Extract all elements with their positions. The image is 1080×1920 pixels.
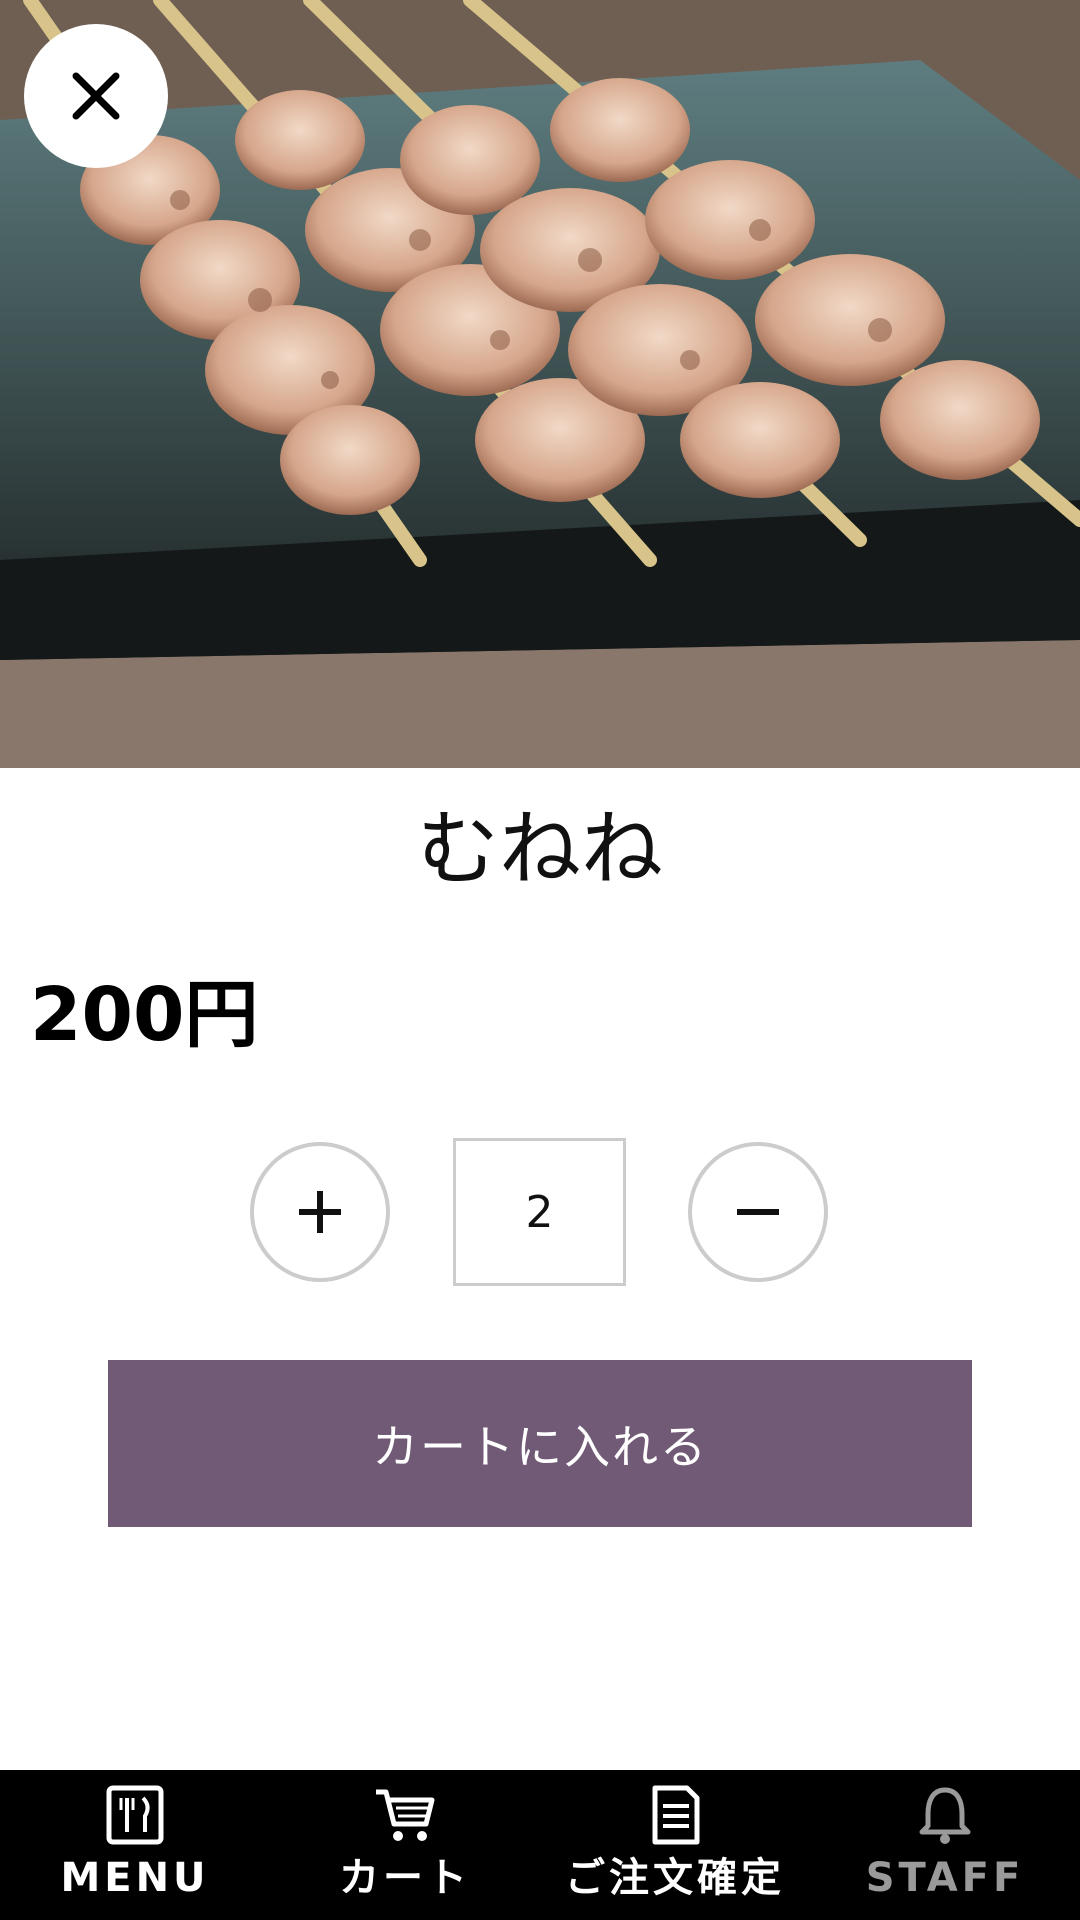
cart-icon (376, 1789, 435, 1841)
quantity-field[interactable]: 2 (453, 1138, 626, 1286)
close-button[interactable] (24, 24, 168, 168)
nav-item-cart[interactable]: カート (270, 1770, 540, 1920)
order-confirm-icon (652, 1785, 700, 1845)
item-photo (0, 0, 1080, 768)
plus-icon (299, 1191, 341, 1233)
decrease-quantity-button[interactable] (688, 1142, 828, 1282)
nav-label-order-confirm: ご注文確定 (565, 1855, 785, 1901)
nav-label-cart: カート (339, 1855, 471, 1901)
add-to-cart-button[interactable]: カートに入れる (108, 1360, 972, 1527)
menu-icon (106, 1785, 164, 1845)
nav-label-menu: MENU (60, 1855, 210, 1901)
bell-icon (919, 1787, 971, 1844)
nav-item-menu[interactable]: MENU (0, 1770, 270, 1920)
minus-icon (737, 1209, 779, 1215)
quantity-stepper: 2 (0, 1138, 1080, 1286)
item-name: むねね (416, 802, 663, 897)
item-price: 200円 (30, 972, 259, 1058)
nav-item-order-confirm[interactable]: ご注文確定 (540, 1770, 810, 1920)
nav-item-staff[interactable]: STAFF (810, 1770, 1080, 1920)
close-icon (72, 72, 120, 120)
increase-quantity-button[interactable] (250, 1142, 390, 1282)
bottom-navigation: MENU カート ご注文確定 STAFF (0, 1770, 1080, 1920)
nav-label-staff: STAFF (865, 1855, 1025, 1901)
